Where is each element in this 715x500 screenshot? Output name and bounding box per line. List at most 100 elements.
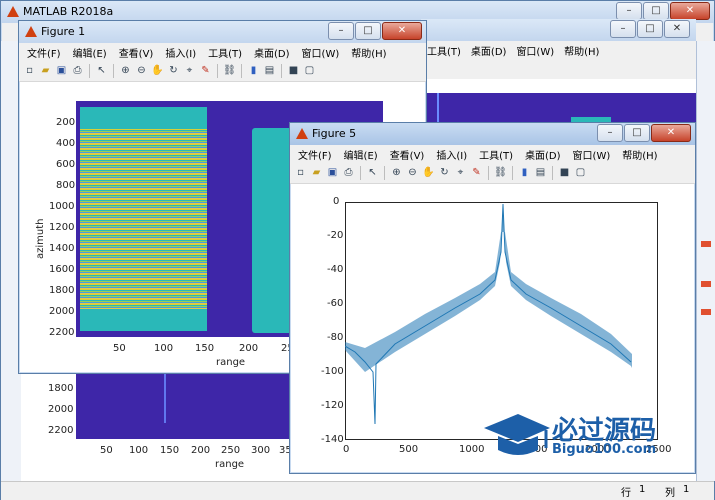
- fig1-ytick: 2200: [49, 327, 75, 338]
- menu-window[interactable]: 窗口(W): [573, 147, 611, 162]
- save-icon[interactable]: ▣: [55, 65, 68, 78]
- fig5-ytick: -80: [327, 332, 344, 343]
- menu-view[interactable]: 查看(V): [390, 147, 425, 162]
- pan-icon[interactable]: ✋: [422, 167, 435, 180]
- sub-maximize-button[interactable]: □: [637, 20, 663, 38]
- fig5-ytick: 0: [333, 196, 340, 207]
- menu-desktop[interactable]: 桌面(D): [254, 45, 290, 60]
- pointer-icon[interactable]: ↖: [95, 65, 108, 78]
- fig5-ytick: -60: [327, 298, 344, 309]
- menu-help[interactable]: 帮助(H): [351, 45, 386, 60]
- legend-icon[interactable]: ▤: [263, 65, 276, 78]
- menu-view[interactable]: 查看(V): [119, 45, 154, 60]
- fig5-close-button[interactable]: ✕: [651, 124, 691, 142]
- sub-close-button[interactable]: ✕: [664, 20, 690, 38]
- dock-icon[interactable]: ▢: [303, 65, 316, 78]
- bg-xlabel: range: [215, 459, 245, 470]
- marker-icon: [701, 309, 711, 315]
- link-icon[interactable]: ⛓: [494, 167, 507, 180]
- matlab-title: MATLAB R2018a: [23, 5, 114, 18]
- colorbar-icon[interactable]: ▮: [518, 167, 531, 180]
- data-cursor-icon[interactable]: ⌖: [454, 167, 467, 180]
- fig1-ytick: 200: [56, 117, 76, 128]
- fig5-menubar: 文件(F) 编辑(E) 查看(V) 插入(I) 工具(T) 桌面(D) 窗口(W…: [290, 145, 695, 163]
- fig5-line-plot[interactable]: [345, 202, 658, 440]
- menu-tools[interactable]: 工具(T): [208, 45, 242, 60]
- data-cursor-icon[interactable]: ⌖: [183, 65, 196, 78]
- bg-xtick: 200: [191, 445, 211, 456]
- rotate-icon[interactable]: ↻: [167, 65, 180, 78]
- bg-menu-item[interactable]: 帮助(H): [564, 43, 599, 58]
- print-icon[interactable]: ⎙: [71, 65, 84, 78]
- brush-icon[interactable]: ✎: [199, 65, 212, 78]
- marker-icon: [701, 281, 711, 287]
- bg-plot-top: [421, 93, 696, 123]
- figure1-title: Figure 1: [41, 25, 86, 38]
- menu-edit[interactable]: 编辑(E): [344, 147, 378, 162]
- zoom-in-icon[interactable]: ⊕: [390, 167, 403, 180]
- figure1-titlebar: Figure 1 – □ ✕: [19, 21, 426, 43]
- fig5-ytick: -120: [321, 400, 344, 411]
- zoom-out-icon[interactable]: ⊖: [406, 167, 419, 180]
- menu-file[interactable]: 文件(F): [298, 147, 332, 162]
- pan-icon[interactable]: ✋: [151, 65, 164, 78]
- menu-file[interactable]: 文件(F): [27, 45, 61, 60]
- new-figure-icon[interactable]: ▫: [294, 167, 307, 180]
- brush-icon[interactable]: ✎: [470, 167, 483, 180]
- menu-window[interactable]: 窗口(W): [302, 45, 340, 60]
- matlab-logo-icon: [7, 6, 19, 17]
- zoom-in-icon[interactable]: ⊕: [119, 65, 132, 78]
- menu-insert[interactable]: 插入(I): [436, 147, 467, 162]
- sub-minimize-button[interactable]: –: [610, 20, 636, 38]
- bg-menu-item[interactable]: 桌面(D): [471, 43, 507, 58]
- save-icon[interactable]: ▣: [326, 167, 339, 180]
- fig1-maximize-button[interactable]: □: [355, 22, 381, 40]
- link-icon[interactable]: ⛓: [223, 65, 236, 78]
- fig5-minimize-button[interactable]: –: [597, 124, 623, 142]
- status-row-label: 行: [621, 488, 631, 499]
- print-icon[interactable]: ⎙: [342, 167, 355, 180]
- fig1-ytick: 2000: [49, 306, 75, 317]
- menu-tools[interactable]: 工具(T): [479, 147, 513, 162]
- legend-icon[interactable]: ▤: [534, 167, 547, 180]
- fig5-xtick: 1000: [459, 444, 485, 455]
- new-figure-icon[interactable]: ▫: [23, 65, 36, 78]
- hide-tools-icon[interactable]: ■: [558, 167, 571, 180]
- rotate-icon[interactable]: ↻: [438, 167, 451, 180]
- watermark-logo: 必过源码 Biguo100.com: [482, 408, 682, 464]
- menu-help[interactable]: 帮助(H): [622, 147, 657, 162]
- bg-xtick: 250: [221, 445, 241, 456]
- fig5-ytick: -140: [321, 434, 344, 445]
- bg-xtick: 50: [100, 445, 113, 456]
- fig1-xtick: 150: [195, 343, 215, 354]
- open-file-icon[interactable]: ▰: [310, 167, 323, 180]
- status-bar: 行 1 列 1: [1, 481, 714, 500]
- fig1-close-button[interactable]: ✕: [382, 22, 422, 40]
- bg-ytick: 2200: [48, 425, 74, 436]
- colorbar-icon[interactable]: ▮: [247, 65, 260, 78]
- watermark-url: Biguo100.com: [552, 442, 657, 457]
- dock-icon[interactable]: ▢: [574, 167, 587, 180]
- menu-desktop[interactable]: 桌面(D): [525, 147, 561, 162]
- close-button[interactable]: ✕: [670, 2, 710, 20]
- status-col: 1: [683, 484, 690, 495]
- maximize-button[interactable]: □: [643, 2, 669, 20]
- figure-icon: [25, 26, 37, 37]
- minimize-button[interactable]: –: [616, 2, 642, 20]
- zoom-out-icon[interactable]: ⊖: [135, 65, 148, 78]
- fig1-ytick: 1400: [49, 243, 75, 254]
- pointer-icon[interactable]: ↖: [366, 167, 379, 180]
- menu-edit[interactable]: 编辑(E): [73, 45, 107, 60]
- fig1-ytick: 1200: [49, 222, 75, 233]
- figure5-title: Figure 5: [312, 127, 357, 140]
- bg-menu-item[interactable]: 窗口(W): [516, 43, 554, 58]
- fig5-maximize-button[interactable]: □: [624, 124, 650, 142]
- fig1-ytick: 1600: [49, 264, 75, 275]
- fig1-minimize-button[interactable]: –: [328, 22, 354, 40]
- bg-xtick: 100: [129, 445, 149, 456]
- open-file-icon[interactable]: ▰: [39, 65, 52, 78]
- bg-menu-item[interactable]: 工具(T): [427, 43, 461, 58]
- hide-tools-icon[interactable]: ■: [287, 65, 300, 78]
- fig5-xtick: 0: [343, 444, 350, 455]
- menu-insert[interactable]: 插入(I): [165, 45, 196, 60]
